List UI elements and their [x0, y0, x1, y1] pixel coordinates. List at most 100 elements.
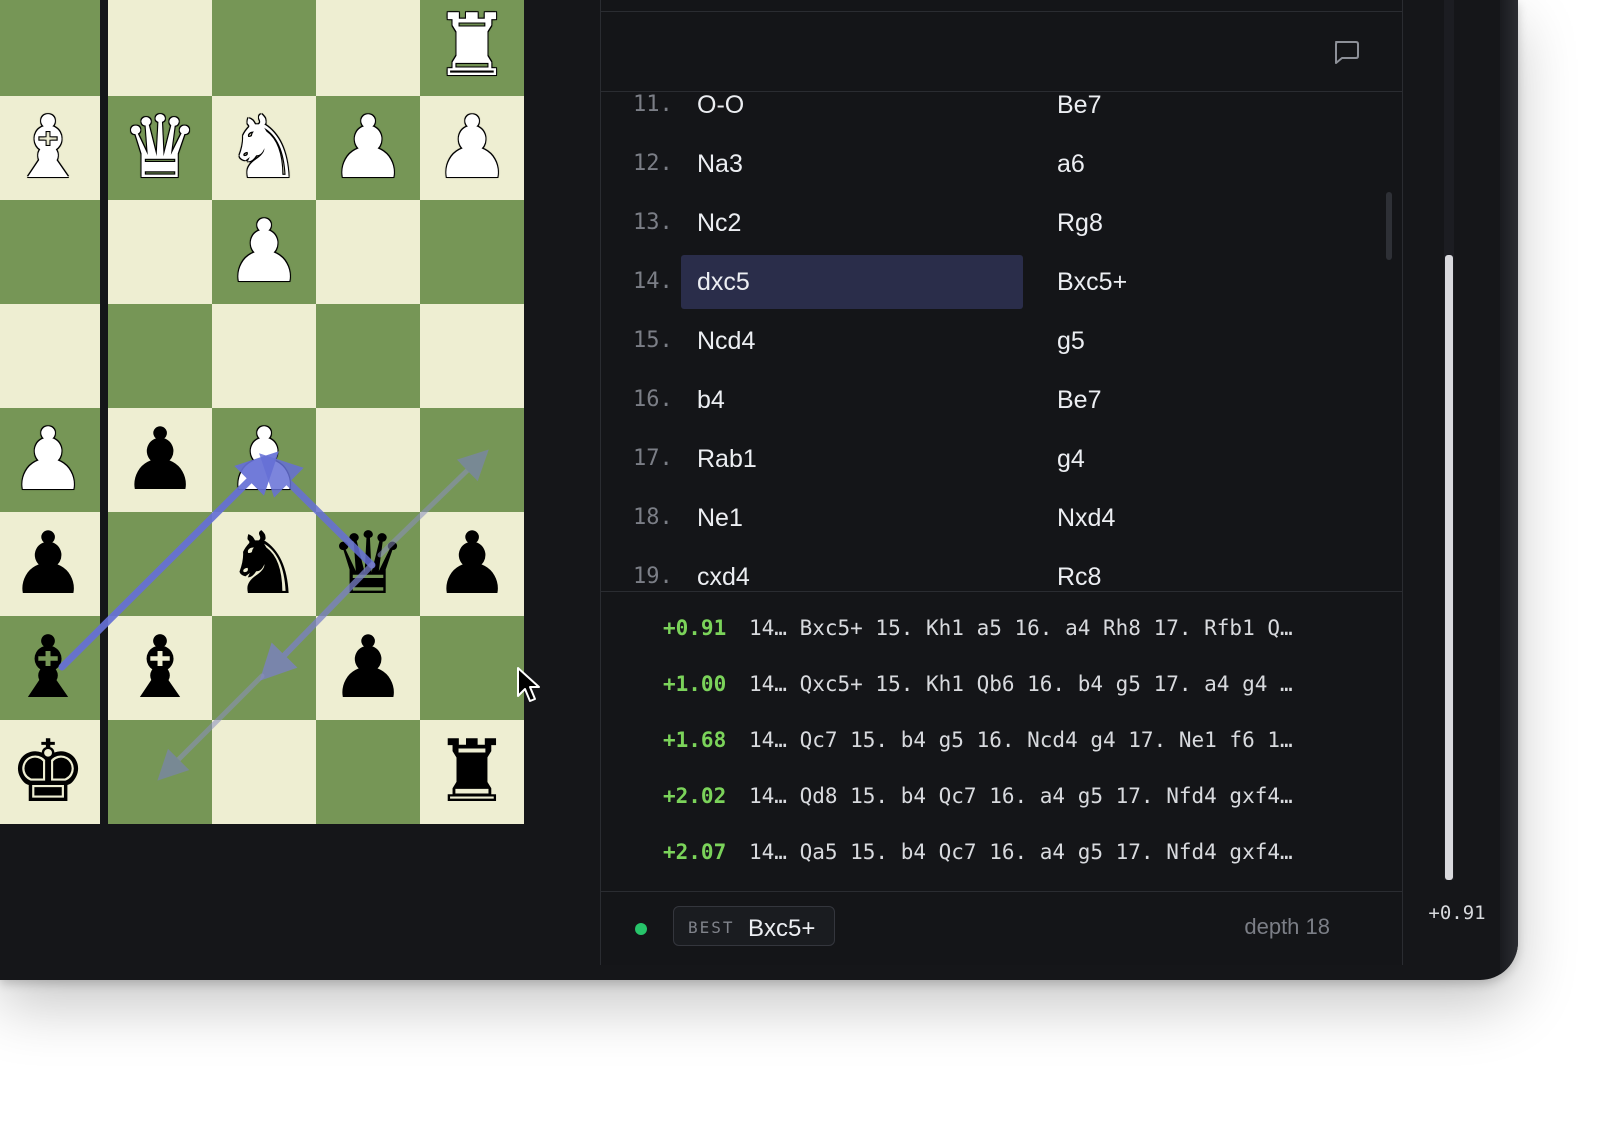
eval-bar-fill: [1445, 255, 1453, 880]
eval-bar-value: +0.91: [1428, 902, 1486, 924]
panel-top-strip: [601, 0, 1402, 12]
board-square[interactable]: [212, 0, 316, 98]
white-move[interactable]: Nc2: [681, 196, 1023, 250]
white-move[interactable]: Na3: [681, 137, 1023, 191]
black-move[interactable]: Bxc5+: [1041, 255, 1341, 309]
black-move[interactable]: a6: [1041, 137, 1341, 191]
white-rook-icon[interactable]: ♜: [420, 0, 524, 98]
move-row: 18. Ne1 Nxd4: [601, 489, 1402, 547]
black-move[interactable]: Be7: [1041, 373, 1341, 427]
engine-line[interactable]: +0.91 14… Bxc5+ 15. Kh1 a5 16. a4 Rh8 17.…: [601, 600, 1402, 656]
white-move[interactable]: b4: [681, 373, 1023, 427]
board-square[interactable]: [420, 304, 524, 408]
move-row: 16. b4 Be7: [601, 371, 1402, 429]
engine-line-eval: +0.91: [663, 616, 727, 640]
mouse-cursor-icon: [517, 667, 540, 702]
white-bishop-icon[interactable]: ♝: [0, 96, 100, 200]
engine-line[interactable]: +2.02 14… Qd8 15. b4 Qc7 16. a4 g5 17. Nf…: [601, 768, 1402, 824]
white-move[interactable]: dxc5: [681, 255, 1023, 309]
white-pawn-icon[interactable]: ♟: [212, 200, 316, 304]
black-rook-icon[interactable]: ♜: [420, 720, 524, 824]
white-pawn-icon[interactable]: ♟: [420, 96, 524, 200]
best-move-badge[interactable]: BEST Bxc5+: [673, 906, 835, 946]
best-move-value: Bxc5+: [748, 915, 816, 942]
board-square[interactable]: [316, 720, 420, 824]
white-move[interactable]: Rab1: [681, 432, 1023, 486]
engine-running-indicator: [635, 923, 647, 935]
board-footer-area: [0, 825, 600, 980]
black-pawn-icon[interactable]: ♟: [316, 616, 420, 720]
black-move[interactable]: Nxd4: [1041, 491, 1341, 545]
black-move[interactable]: Rg8: [1041, 196, 1341, 250]
black-bishop-icon[interactable]: ♝: [108, 616, 212, 720]
move-row: 11. O-O Be7: [601, 92, 1402, 134]
black-move[interactable]: Rc8: [1041, 550, 1341, 591]
black-move[interactable]: Be7: [1041, 92, 1341, 132]
window-edge: [1500, 0, 1518, 980]
board-square[interactable]: [420, 408, 524, 512]
board-square[interactable]: [0, 0, 100, 98]
move-row: 15. Ncd4 g5: [601, 312, 1402, 370]
board-square[interactable]: [212, 304, 316, 408]
black-queen-icon[interactable]: ♛: [316, 512, 420, 616]
chess-board[interactable]: ♜ ♝ ♛ ♞ ♟ ♟ ♟ ♟ ♟ ♟ ♟ ♞ ♛ ♟ ♝ ♝ ♟ ♚ ♜: [0, 0, 532, 825]
black-knight-icon[interactable]: ♞: [212, 512, 316, 616]
engine-line[interactable]: +1.68 14… Qc7 15. b4 g5 16. Ncd4 g4 17. N…: [601, 712, 1402, 768]
engine-line-pv: 14… Qa5 15. b4 Qc7 16. a4 g5 17. Nfd4 gx…: [749, 840, 1293, 864]
engine-line-eval: +1.68: [663, 728, 727, 752]
engine-line-eval: +1.00: [663, 672, 727, 696]
engine-line[interactable]: +2.07 14… Qa5 15. b4 Qc7 16. a4 g5 17. Nf…: [601, 824, 1402, 880]
engine-status-bar: BEST Bxc5+ depth 18: [601, 892, 1402, 965]
engine-line[interactable]: +1.00 14… Qxc5+ 15. Kh1 Qb6 16. b4 g5 17.…: [601, 656, 1402, 712]
move-row: 13. Nc2 Rg8: [601, 194, 1402, 252]
black-king-icon[interactable]: ♚: [0, 720, 100, 824]
engine-depth: depth 18: [1244, 914, 1330, 939]
board-square[interactable]: [0, 304, 100, 408]
move-row: 14. dxc5 Bxc5+: [601, 253, 1402, 311]
white-pawn-icon[interactable]: ♟: [0, 408, 100, 512]
white-knight-icon[interactable]: ♞: [212, 96, 316, 200]
board-square[interactable]: [0, 200, 100, 304]
engine-line-pv: 14… Qc7 15. b4 g5 16. Ncd4 g4 17. Ne1 f6…: [749, 728, 1293, 752]
black-pawn-icon[interactable]: ♟: [420, 512, 524, 616]
board-square[interactable]: [108, 200, 212, 304]
white-queen-icon[interactable]: ♛: [108, 96, 212, 200]
black-move[interactable]: g5: [1041, 314, 1341, 368]
black-pawn-icon[interactable]: ♟: [0, 512, 100, 616]
board-square[interactable]: [108, 512, 212, 616]
board-square[interactable]: [108, 304, 212, 408]
engine-line-eval: +2.02: [663, 784, 727, 808]
white-pawn-icon[interactable]: ♟: [316, 96, 420, 200]
move-row: 19. cxd4 Rc8: [601, 548, 1402, 591]
panel-header: [601, 12, 1402, 92]
board-square[interactable]: [420, 200, 524, 304]
analysis-panel: 11. O-O Be7 12. Na3 a6 13. Nc2 Rg8 14. dxc5 Bxc5+ 15…: [600, 0, 1403, 965]
white-move[interactable]: cxd4: [681, 550, 1023, 591]
black-pawn-icon[interactable]: ♟: [108, 408, 212, 512]
move-list[interactable]: 11. O-O Be7 12. Na3 a6 13. Nc2 Rg8 14. dxc5 Bxc5+ 15…: [601, 92, 1402, 592]
board-square[interactable]: [316, 408, 420, 512]
board-square[interactable]: [316, 304, 420, 408]
board-square[interactable]: [212, 616, 316, 720]
engine-line-pv: 14… Qxc5+ 15. Kh1 Qb6 16. b4 g5 17. a4 g…: [749, 672, 1293, 696]
white-move[interactable]: Ne1: [681, 491, 1023, 545]
move-row: 12. Na3 a6: [601, 135, 1402, 193]
black-bishop-icon[interactable]: ♝: [0, 616, 100, 720]
white-move[interactable]: Ncd4: [681, 314, 1023, 368]
board-square[interactable]: [108, 0, 212, 98]
move-row: 17. Rab1 g4: [601, 430, 1402, 488]
board-square[interactable]: [420, 616, 524, 720]
board-square[interactable]: [316, 0, 420, 98]
board-square[interactable]: [108, 720, 212, 824]
black-move[interactable]: g4: [1041, 432, 1341, 486]
white-move[interactable]: O-O: [681, 92, 1023, 132]
board-square[interactable]: [316, 200, 420, 304]
engine-lines: +0.91 14… Bxc5+ 15. Kh1 a5 16. a4 Rh8 17.…: [601, 592, 1402, 892]
engine-line-eval: +2.07: [663, 840, 727, 864]
best-move-label: BEST: [688, 918, 735, 937]
engine-line-pv: 14… Qd8 15. b4 Qc7 16. a4 g5 17. Nfd4 gx…: [749, 784, 1293, 808]
comment-bubble-icon[interactable]: [1330, 36, 1362, 68]
white-pawn-icon[interactable]: ♟: [212, 408, 316, 512]
move-list-scrollbar[interactable]: [1386, 192, 1392, 260]
board-square[interactable]: [212, 720, 316, 824]
